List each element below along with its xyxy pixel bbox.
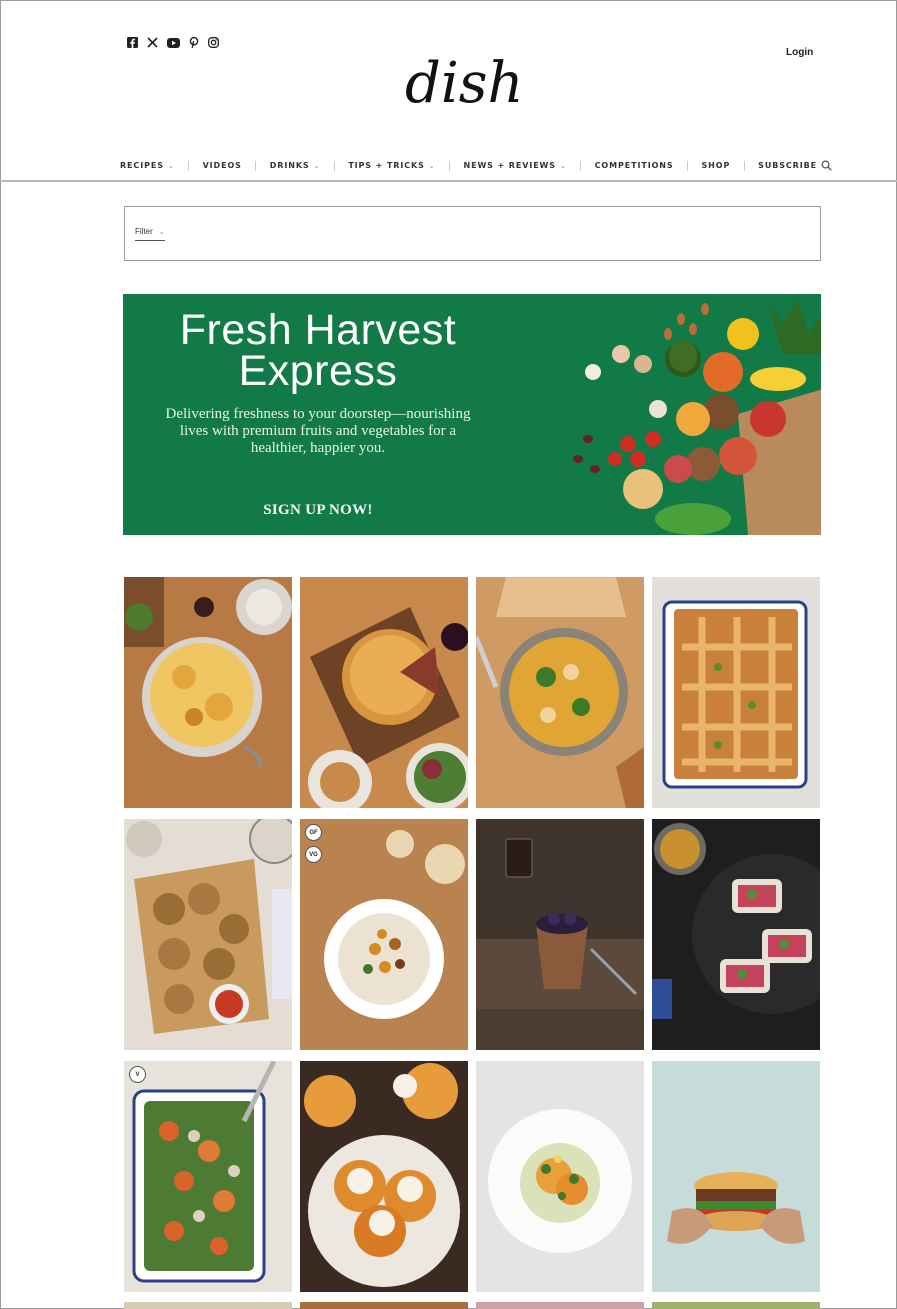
nav-divider <box>188 160 190 171</box>
banner-headline-line1: Fresh Harvest <box>179 306 457 354</box>
nav-label: SHOP <box>701 161 731 170</box>
recipe-image <box>652 819 820 1050</box>
banner-tagline: Delivering freshness to your doorstep—no… <box>165 406 471 456</box>
recipe-image <box>476 1061 644 1292</box>
recipe-image <box>476 577 644 808</box>
recipe-card-partial <box>300 1302 468 1309</box>
recipe-image <box>476 819 644 1050</box>
nav-item-tips-tricks[interactable]: TIPS + TRICKS ⌄ <box>348 161 435 170</box>
recipe-card[interactable] <box>300 1061 468 1292</box>
banner-headline: Fresh Harvest Express <box>123 306 513 395</box>
recipe-image <box>300 1061 468 1292</box>
recipe-card[interactable] <box>124 577 292 808</box>
nav-label: SUBSCRIBE <box>758 161 817 170</box>
recipe-card[interactable]: GF VG <box>300 819 468 1050</box>
chevron-down-icon: ⌄ <box>167 161 175 170</box>
recipe-card[interactable]: V <box>124 1061 292 1292</box>
nav-label: VIDEOS <box>202 161 242 170</box>
nav-item-recipes[interactable]: RECIPES ⌄ <box>120 161 175 170</box>
nav-divider <box>449 160 451 171</box>
recipe-card-partial <box>476 1302 644 1309</box>
nav-divider <box>255 160 257 171</box>
login-link[interactable]: Login <box>786 47 813 58</box>
banner-signup-button[interactable]: SIGN UP NOW! <box>123 502 513 519</box>
nav-item-shop[interactable]: SHOP <box>701 161 730 170</box>
recipe-image <box>124 819 292 1050</box>
nav-item-videos[interactable]: VIDEOS <box>203 161 242 170</box>
nav-label: NEWS + REVIEWS <box>463 161 556 170</box>
recipe-card[interactable] <box>476 577 644 808</box>
recipe-image <box>300 577 468 808</box>
instagram-icon[interactable] <box>208 37 219 48</box>
nav-item-drinks[interactable]: DRINKS ⌄ <box>270 161 321 170</box>
nav-item-competitions[interactable]: COMPETITIONS <box>595 161 674 170</box>
recipe-card[interactable] <box>652 577 820 808</box>
facebook-icon[interactable] <box>127 37 138 48</box>
nav-label: COMPETITIONS <box>594 161 674 170</box>
recipe-image <box>124 1061 292 1292</box>
chevron-down-icon: ⌄ <box>428 161 436 170</box>
nav-label: TIPS + TRICKS <box>348 161 425 170</box>
youtube-icon[interactable] <box>167 37 180 48</box>
vegetarian-badge: V <box>129 1066 146 1083</box>
recipe-card[interactable] <box>652 1061 820 1292</box>
recipe-grid: GF VG V <box>124 577 821 1292</box>
recipe-card[interactable] <box>124 819 292 1050</box>
nav-label: DRINKS <box>269 161 310 170</box>
logo-text: dish <box>405 51 524 116</box>
recipe-image <box>652 577 820 808</box>
nav-divider-line <box>0 180 897 182</box>
dish-logo[interactable]: dish <box>400 30 540 130</box>
recipe-card[interactable] <box>476 819 644 1050</box>
search-icon[interactable] <box>821 160 832 171</box>
gluten-free-badge: GF <box>305 824 322 841</box>
chevron-down-icon: ⌄ <box>313 161 321 170</box>
nav-label: RECIPES <box>120 161 164 170</box>
x-icon[interactable] <box>147 37 158 48</box>
filter-dropdown[interactable]: Filter ⌄ <box>135 227 165 241</box>
recipe-grid-next-row <box>124 1302 821 1309</box>
recipe-card[interactable] <box>652 819 820 1050</box>
pinterest-icon[interactable] <box>189 37 199 48</box>
filter-label: Filter <box>135 227 153 236</box>
chevron-down-icon: ⌄ <box>559 161 567 170</box>
nav-divider <box>333 160 335 171</box>
promo-banner[interactable]: Fresh Harvest Express Delivering freshne… <box>123 294 821 535</box>
recipe-image <box>652 1061 820 1292</box>
vegan-badge: VG <box>305 846 322 863</box>
recipe-card[interactable] <box>300 577 468 808</box>
recipe-card-partial <box>124 1302 292 1309</box>
recipe-card-partial <box>652 1302 820 1309</box>
nav-item-news-reviews[interactable]: NEWS + REVIEWS ⌄ <box>463 161 566 170</box>
nav-item-subscribe[interactable]: SUBSCRIBE <box>758 160 832 171</box>
recipe-image <box>300 819 468 1050</box>
recipe-image <box>124 577 292 808</box>
main-nav: RECIPES ⌄ VIDEOS DRINKS ⌄ TIPS + TRICKS ⌄ N… <box>120 160 832 171</box>
filter-bar: Filter ⌄ <box>124 206 821 261</box>
banner-headline-line2: Express <box>238 347 398 395</box>
nav-divider <box>580 160 582 171</box>
nav-divider <box>743 160 745 171</box>
produce-image <box>573 299 821 535</box>
social-links <box>127 37 219 48</box>
chevron-down-icon: ⌄ <box>158 228 165 236</box>
nav-divider <box>687 160 689 171</box>
recipe-card[interactable] <box>476 1061 644 1292</box>
